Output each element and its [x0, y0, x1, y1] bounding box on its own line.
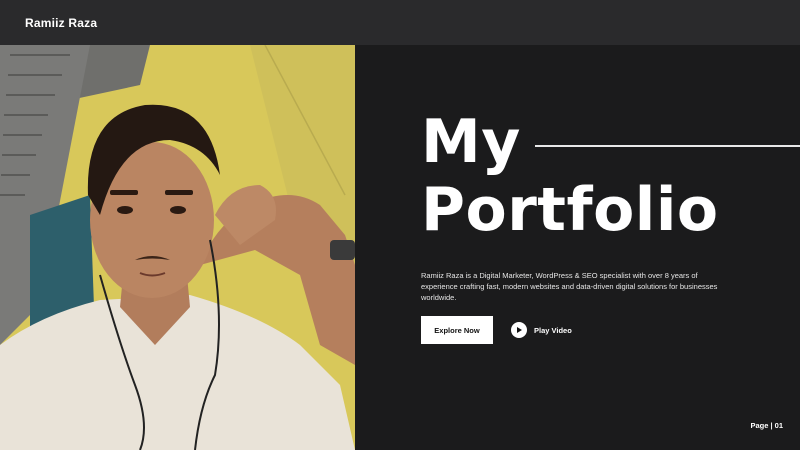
hero-description: Ramiiz Raza is a Digital Marketer, WordP… [421, 271, 718, 302]
portrait-photo [0, 45, 355, 450]
hero-panel [355, 45, 800, 450]
hero-title-line2: Portfolio [421, 175, 719, 245]
play-video-label: Play Video [534, 325, 572, 335]
play-video-button[interactable]: Play Video [511, 322, 572, 338]
top-bar: Ramiiz Raza [0, 0, 800, 45]
title-divider [535, 145, 800, 147]
play-icon[interactable] [511, 322, 527, 338]
brand-name[interactable]: Ramiiz Raza [25, 16, 97, 30]
explore-now-button[interactable]: Explore Now [421, 316, 493, 344]
page-number: Page | 01 [750, 421, 783, 430]
hero-title-line1: My [421, 107, 521, 177]
